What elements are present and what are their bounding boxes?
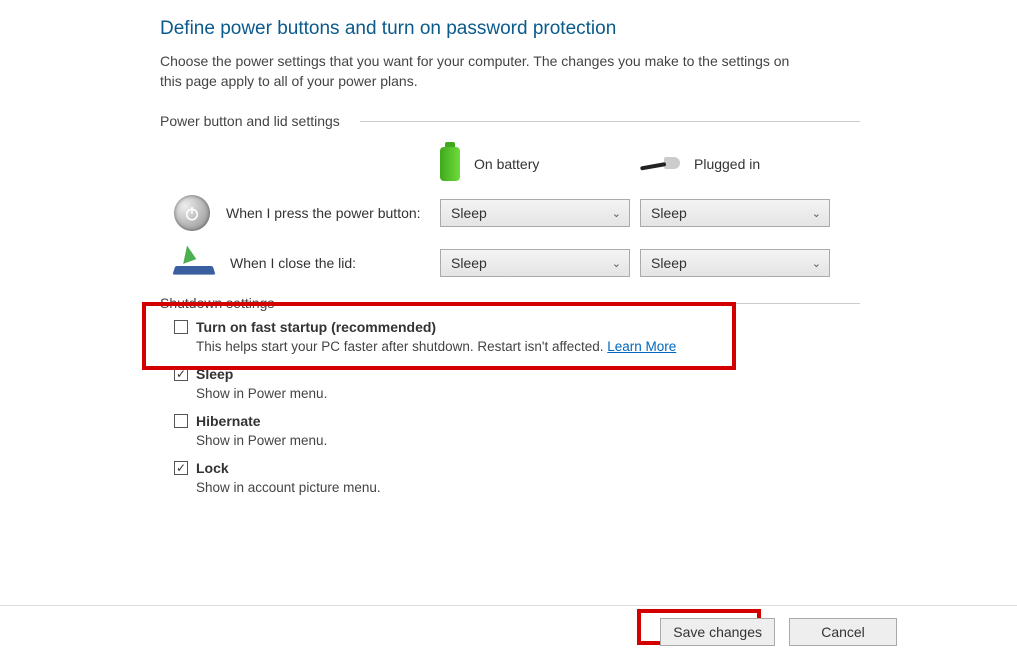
lid-icon [174, 250, 214, 276]
close-lid-row: When I close the lid: Sleep ⌄ Sleep ⌄ [160, 249, 870, 277]
battery-icon [440, 147, 460, 181]
fast-startup-title: Turn on fast startup (recommended) [196, 319, 436, 335]
plugged-in-header: Plugged in [640, 155, 840, 173]
power-lid-section-label: Power button and lid settings [160, 113, 870, 129]
on-battery-header: On battery [440, 147, 640, 181]
lock-checkbox[interactable] [174, 461, 188, 475]
hibernate-item: Hibernate Show in Power menu. [174, 413, 870, 448]
sleep-checkbox[interactable] [174, 367, 188, 381]
fast-startup-desc: This helps start your PC faster after sh… [196, 339, 870, 354]
sleep-title: Sleep [196, 366, 233, 382]
hibernate-title: Hibernate [196, 413, 261, 429]
chevron-down-icon: ⌄ [612, 257, 621, 270]
hibernate-desc: Show in Power menu. [196, 433, 870, 448]
power-button-row: When I press the power button: Sleep ⌄ S… [160, 195, 870, 231]
learn-more-link[interactable]: Learn More [607, 339, 676, 354]
cancel-button[interactable]: Cancel [789, 618, 897, 646]
sleep-item: Sleep Show in Power menu. [174, 366, 870, 401]
fast-startup-item: Turn on fast startup (recommended) This … [174, 319, 870, 354]
chevron-down-icon: ⌄ [812, 207, 821, 220]
power-button-icon [174, 195, 210, 231]
save-changes-button[interactable]: Save changes [660, 618, 775, 646]
plug-icon [640, 155, 680, 173]
page-title: Define power buttons and turn on passwor… [160, 18, 870, 40]
sleep-desc: Show in Power menu. [196, 386, 870, 401]
close-lid-label: When I close the lid: [230, 255, 356, 271]
chevron-down-icon: ⌄ [612, 207, 621, 220]
shutdown-section-label: Shutdown settings [160, 295, 870, 311]
lock-item: Lock Show in account picture menu. [174, 460, 870, 495]
column-headers: On battery Plugged in [160, 147, 870, 181]
power-button-label: When I press the power button: [226, 205, 421, 221]
chevron-down-icon: ⌄ [812, 257, 821, 270]
page-description: Choose the power settings that you want … [160, 52, 800, 91]
close-lid-battery-select[interactable]: Sleep ⌄ [440, 249, 630, 277]
fast-startup-checkbox[interactable] [174, 320, 188, 334]
power-button-battery-select[interactable]: Sleep ⌄ [440, 199, 630, 227]
lock-desc: Show in account picture menu. [196, 480, 870, 495]
hibernate-checkbox[interactable] [174, 414, 188, 428]
power-button-plugged-select[interactable]: Sleep ⌄ [640, 199, 830, 227]
close-lid-plugged-select[interactable]: Sleep ⌄ [640, 249, 830, 277]
lock-title: Lock [196, 460, 229, 476]
footer: Save changes Cancel [0, 605, 1017, 658]
